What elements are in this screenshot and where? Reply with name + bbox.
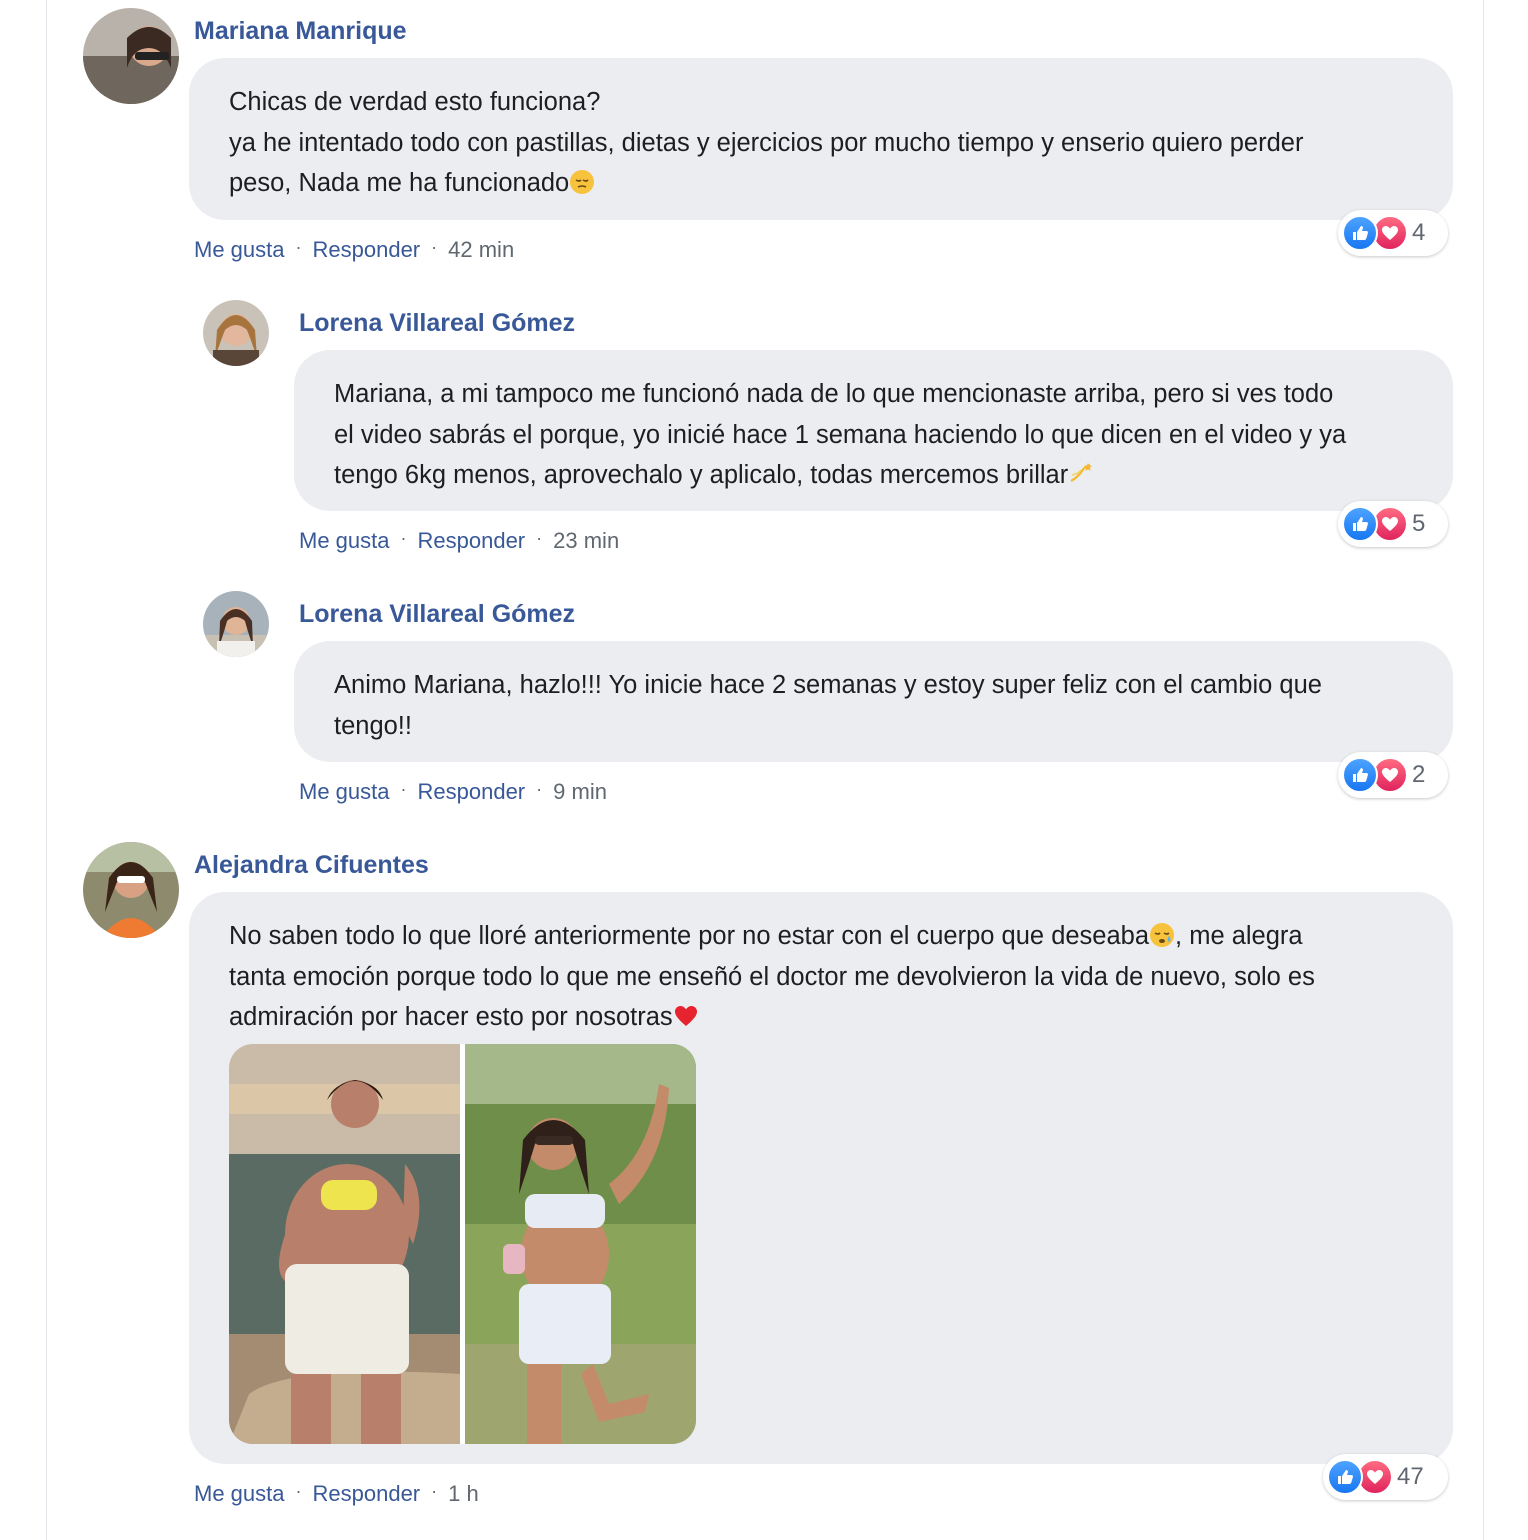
author-name[interactable]: Mariana Manrique [194, 17, 407, 46]
timestamp[interactable]: 1 h [448, 1481, 479, 1506]
before-after-photo[interactable] [229, 1044, 696, 1444]
reaction-count: 47 [1397, 1463, 1424, 1490]
comment-actions: Me gusta · Responder · 9 min [299, 779, 607, 804]
comment-actions: Me gusta · Responder · 42 min [194, 237, 515, 262]
like-link[interactable]: Me gusta [299, 779, 390, 804]
reactions-badge[interactable]: 2 [1338, 752, 1448, 798]
reactions-badge[interactable]: 47 [1323, 1454, 1448, 1500]
timestamp[interactable]: 42 min [448, 237, 514, 262]
comment-text: Animo Mariana, hazlo!!! Yo inicie hace 2… [334, 671, 1322, 699]
thumbs-up-icon [1327, 1459, 1363, 1495]
author-name[interactable]: Lorena Villareal Gómez [299, 309, 575, 338]
reaction-count: 4 [1412, 219, 1426, 246]
reactions-badge[interactable]: 5 [1338, 501, 1448, 547]
timestamp[interactable]: 23 min [553, 528, 619, 553]
red-heart-icon [674, 1006, 697, 1026]
comment-text: tengo!! [334, 711, 412, 740]
thumbs-up-icon [1342, 506, 1378, 542]
comment-text: peso, Nada me ha funcionado [229, 163, 1413, 204]
thumbs-up-icon [1342, 757, 1378, 793]
comment-actions: Me gusta · Responder · 23 min [299, 528, 620, 553]
comment-text: el video sabrás el porque, yo inicié hac… [334, 420, 1347, 449]
reply-link[interactable]: Responder [313, 1481, 421, 1506]
sleepy-face-icon [1150, 923, 1175, 947]
avatar[interactable] [83, 8, 179, 104]
comment-text: Chicas de verdad esto funciona? [229, 88, 601, 116]
comment-bubble: Animo Mariana, hazlo!!! Yo inicie hace 2… [294, 641, 1453, 762]
reply-link[interactable]: Responder [418, 779, 526, 804]
reply-link[interactable]: Responder [418, 528, 526, 553]
comment-actions: Me gusta · Responder · 1 h [194, 1481, 479, 1506]
comment-text: tengo 6kg menos, aprovechalo y aplicalo,… [334, 455, 1413, 496]
like-link[interactable]: Me gusta [299, 528, 390, 553]
avatar[interactable] [203, 300, 269, 366]
reply-link[interactable]: Responder [313, 237, 421, 262]
thumbs-up-icon [1342, 215, 1378, 251]
comment-text: Mariana, a mi tampoco me funcionó nada d… [334, 380, 1334, 408]
pensive-face-icon [570, 170, 595, 194]
like-link[interactable]: Me gusta [194, 237, 285, 262]
avatar[interactable] [203, 591, 269, 657]
like-link[interactable]: Me gusta [194, 1481, 285, 1506]
comment-text: ya he intentado todo con pastillas, diet… [229, 128, 1304, 157]
reaction-count: 5 [1412, 510, 1426, 537]
reactions-badge[interactable]: 4 [1338, 210, 1448, 256]
avatar[interactable] [83, 842, 179, 938]
comment-bubble: Mariana, a mi tampoco me funcionó nada d… [294, 350, 1453, 511]
reaction-count: 2 [1412, 761, 1426, 788]
comment-text: admiración por hacer esto por nosotras [229, 997, 1413, 1038]
timestamp[interactable]: 9 min [553, 779, 607, 804]
dizzy-icon [1070, 463, 1093, 482]
author-name[interactable]: Lorena Villareal Gómez [299, 600, 575, 629]
comment-bubble: Chicas de verdad esto funciona? ya he in… [189, 58, 1453, 220]
comment-text: No saben todo lo que lloré anteriormente… [229, 922, 1303, 950]
author-name[interactable]: Alejandra Cifuentes [194, 851, 429, 880]
comment-text: tanta emoción porque todo lo que me ense… [229, 962, 1315, 991]
